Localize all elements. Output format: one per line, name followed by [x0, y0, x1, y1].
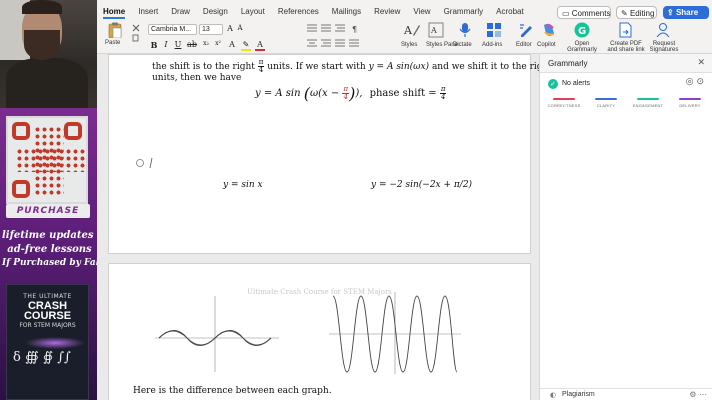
graph2-label: y = −2 sin(−2x + π/2) [371, 180, 473, 190]
category-clarity[interactable]: CLARITY [586, 98, 626, 108]
grammarly-icon: G [574, 22, 590, 38]
font-name-select[interactable]: Cambria M... [148, 24, 197, 35]
superscript-icon[interactable]: x² [213, 40, 223, 47]
graph-caption: Here is the difference between each grap… [133, 386, 332, 396]
close-icon[interactable]: ✕ [697, 58, 705, 68]
fraction-pi-4: π4 [257, 58, 265, 74]
editing-mode-button[interactable]: ✎ Editing [616, 6, 657, 19]
book-cover: THE ULTIMATE CRASH COURSE FOR STEM MAJOR… [6, 284, 89, 400]
svg-text:A: A [403, 24, 413, 37]
tab-insert[interactable]: Insert [138, 7, 158, 19]
underline-icon[interactable]: U [173, 40, 183, 49]
purchase-badge[interactable]: PURCHASE [6, 204, 90, 218]
cut-icon[interactable] [132, 24, 140, 32]
document-page[interactable]: Ultimate Crash Course for STEM Majors He… [108, 263, 531, 400]
pencil-icon: ✎ [621, 9, 630, 18]
font-size-select[interactable]: 13 [199, 24, 223, 35]
tab-layout[interactable]: Layout [241, 7, 265, 19]
tab-grammarly[interactable]: Grammarly [444, 7, 484, 19]
book-top-text: THE ULTIMATE [23, 293, 72, 300]
bold-icon[interactable]: B [149, 40, 159, 50]
category-delivery[interactable]: DELIVERY [670, 98, 710, 108]
shrink-font-icon[interactable]: A [235, 24, 245, 32]
strikethrough-icon[interactable]: ab [187, 40, 197, 49]
alerts-status: No alerts [562, 80, 591, 87]
transformed-sine-graph [329, 292, 461, 374]
paragraph-controls-icon[interactable]: ¶ [305, 22, 365, 52]
italic-icon[interactable]: I [161, 40, 171, 49]
addins-icon [487, 23, 501, 37]
editor-icon [520, 24, 532, 37]
cursor-marker-icon [136, 157, 153, 169]
comments-button[interactable]: ▭ Comments [557, 6, 611, 19]
alerts-summary: ✓ No alerts ◎ ⊙ [548, 77, 708, 93]
share-button[interactable]: ⇪ Share [663, 6, 709, 19]
styles-pane-icon: A [428, 22, 444, 38]
document-page[interactable]: the shift is to the right π4 units. If w… [108, 54, 539, 254]
grammarly-pane: Grammarly ✕ ✓ No alerts ◎ ⊙ CORRECTNESS … [539, 54, 712, 400]
tab-home[interactable]: Home [103, 7, 126, 19]
grammarly-pane-title: Grammarly [548, 59, 588, 68]
goals-icon[interactable]: ◎ ⊙ [686, 77, 704, 87]
tab-references[interactable]: References [278, 7, 319, 19]
word-ribbon: Home Insert Draw Design Layout Reference… [97, 0, 712, 54]
category-engagement[interactable]: ENGAGEMENT [628, 98, 668, 108]
comment-icon: ▭ [562, 9, 572, 18]
tab-mailings[interactable]: Mailings [332, 7, 361, 19]
plagiarism-row[interactable]: ◐ Plagiarism ⚙ ⋯ [540, 388, 712, 400]
pdf-share-icon [619, 22, 632, 38]
sine-graph [155, 296, 279, 372]
grow-font-icon[interactable]: A [225, 24, 235, 33]
document-canvas[interactable]: the shift is to the right π4 units. If w… [97, 54, 539, 400]
share-icon: ⇪ [667, 8, 676, 17]
phase-shift-equation: y = A sin (ω(x − π 4)), phase shift = π4 [255, 84, 447, 103]
graph1-label: y = sin x [223, 180, 263, 190]
settings-icon[interactable]: ⚙ ⋯ [689, 390, 707, 399]
promo-panel: PURCHASE lifetime updates with ad-free l… [0, 108, 97, 400]
tab-review[interactable]: Review [374, 7, 400, 19]
book-subtitle: FOR STEM MAJORS [19, 322, 76, 329]
plagiarism-icon: ◐ [550, 391, 557, 399]
copy-icon[interactable] [132, 34, 140, 42]
qr-code [6, 116, 88, 204]
tab-design[interactable]: Design [203, 7, 228, 19]
tab-view[interactable]: View [413, 7, 430, 19]
doc-line-1: the shift is to the right π4 units. If w… [152, 59, 539, 74]
svg-text:A: A [430, 26, 437, 35]
promo-line-3: If Purchased by Fall [2, 258, 97, 268]
webcam-feed [0, 0, 97, 108]
paste-button[interactable]: Paste [103, 22, 129, 50]
subscript-icon[interactable]: x₂ [201, 40, 211, 47]
tab-draw[interactable]: Draw [171, 7, 190, 19]
tab-acrobat[interactable]: Acrobat [496, 7, 524, 19]
svg-text:G: G [578, 26, 586, 37]
category-correctness[interactable]: CORRECTNESS [544, 98, 584, 108]
doc-line-2: units, then we have [152, 73, 242, 83]
promo-line-1: lifetime updates with [2, 230, 97, 241]
promo-line-2: ad-free lessons [7, 244, 92, 255]
grammarly-pane-header: Grammarly ✕ [540, 54, 712, 73]
text-effects-icon[interactable]: A [227, 40, 237, 49]
svg-text:¶: ¶ [352, 25, 357, 34]
book-title: CRASH COURSE [23, 300, 72, 322]
highlight-icon[interactable]: ✎ [241, 40, 251, 51]
microphone-icon [459, 23, 471, 37]
book-symbols: δ ∰ ∯ ∫∫ [13, 350, 71, 365]
clipboard-icon [108, 22, 122, 38]
copilot-icon [544, 23, 554, 36]
signature-request-icon [656, 23, 670, 38]
promo-sidebar: PURCHASE lifetime updates with ad-free l… [0, 0, 97, 400]
font-color-icon[interactable]: A [255, 40, 265, 51]
check-icon: ✓ [548, 79, 558, 89]
ribbon-tabs: Home Insert Draw Design Layout Reference… [97, 7, 537, 19]
styles-icon: A [403, 24, 420, 37]
